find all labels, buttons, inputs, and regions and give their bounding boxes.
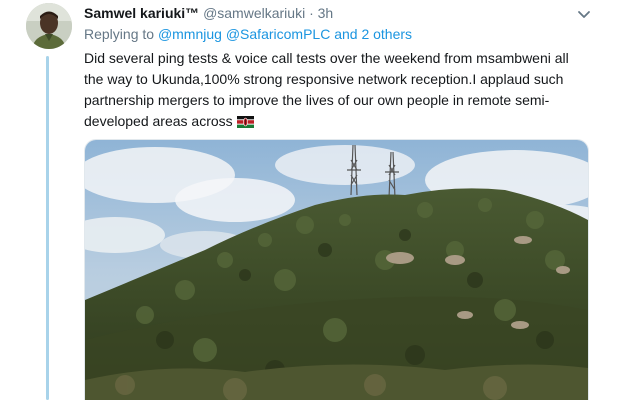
kenya-flag-icon [236, 113, 254, 128]
replying-to-label: Replying to [84, 26, 155, 42]
tweet-photo[interactable] [84, 139, 589, 400]
replying-to: Replying to @mmnjug @SafaricomPLC and 2 … [84, 25, 412, 43]
avatar[interactable] [26, 3, 72, 49]
reply-mention-safaricom[interactable]: @SafaricomPLC [226, 26, 330, 42]
reply-mention-others[interactable]: and 2 others [334, 26, 412, 42]
chevron-down-icon[interactable] [575, 5, 593, 23]
author-handle[interactable]: @samwelkariuki [203, 5, 305, 21]
tweet-card[interactable]: Samwel kariuki™ @samwelkariuki · 3h Repl… [0, 0, 617, 400]
author-name[interactable]: Samwel kariuki™ [84, 5, 199, 21]
separator-dot: · [309, 5, 314, 21]
tweet-body: Did several ping tests & voice call test… [84, 50, 569, 129]
avatar-column [26, 3, 74, 49]
reply-mention-mmnjug[interactable]: @mmnjug [158, 26, 222, 42]
tweet-header: Samwel kariuki™ @samwelkariuki · 3h [84, 3, 593, 23]
hillside-photo [85, 140, 588, 400]
thread-line [46, 56, 49, 400]
tweet-text: Did several ping tests & voice call test… [84, 48, 589, 132]
tweet-time[interactable]: 3h [318, 5, 334, 21]
